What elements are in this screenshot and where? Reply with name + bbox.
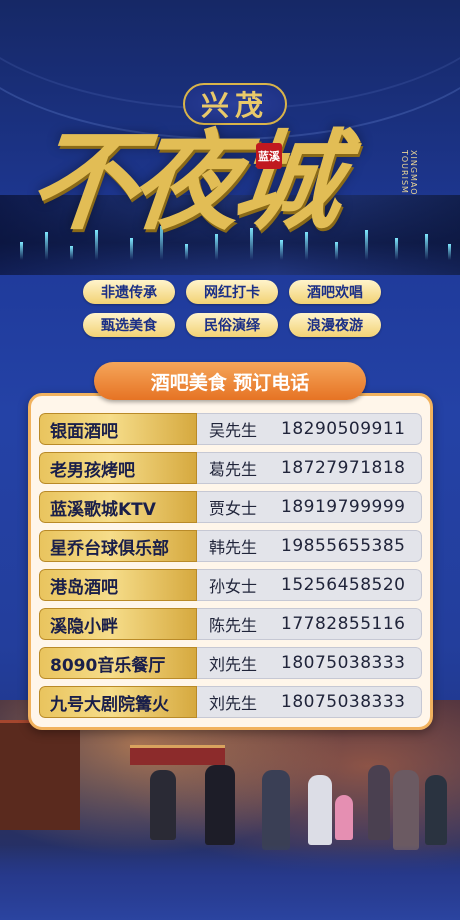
light-streak [425,234,428,260]
venue-name: 银面酒吧 [39,413,197,445]
pedestrian [205,765,235,845]
pedestrian [425,775,447,845]
feature-tag: 民俗演绎 [186,313,278,337]
feature-tag: 网红打卡 [186,280,278,304]
feature-tag: 甄选美食 [83,313,175,337]
phone-number[interactable]: 17782855116 [281,614,405,634]
venue-name: 溪隐小畔 [39,608,197,640]
feature-tag: 非遗传承 [83,280,175,304]
contact-cell: 陈先生 17782855116 [197,608,422,640]
vertical-brand-text: XINGMAO TOURISM [390,150,418,230]
booking-card: 银面酒吧 吴先生 18290509911 老男孩烤吧 葛先生 187279718… [28,393,433,730]
contact-cell: 贾女士 18919799999 [197,491,422,523]
contact-name: 葛先生 [209,460,258,479]
red-seal: 蓝溪 [256,143,282,169]
phone-number[interactable]: 18919799999 [281,497,405,517]
pedestrian [308,775,332,845]
contact-cell: 刘先生 18075038333 [197,686,422,718]
venue-row: 溪隐小畔 陈先生 17782855116 [39,608,422,640]
contact-name: 刘先生 [209,655,258,674]
contact-cell: 吴先生 18290509911 [197,413,422,445]
phone-number[interactable]: 18075038333 [281,692,405,712]
contact-cell: 韩先生 19855655385 [197,530,422,562]
shop-front [0,720,80,830]
contact-name: 韩先生 [209,538,258,557]
contact-name: 孙女士 [209,577,258,596]
venue-row: 8090音乐餐厅 刘先生 18075038333 [39,647,422,679]
venue-row: 九号大剧院篝火 刘先生 18075038333 [39,686,422,718]
rickshaw-canopy [130,745,225,765]
venue-name: 港岛酒吧 [39,569,197,601]
pedestrian [262,770,290,850]
light-streak [448,244,451,260]
pedestrian [335,795,353,840]
venue-name: 九号大剧院篝火 [39,686,197,718]
contact-cell: 刘先生 18075038333 [197,647,422,679]
main-title: 不夜城 [23,119,343,245]
contact-cell: 葛先生 18727971818 [197,452,422,484]
feature-tag: 浪漫夜游 [289,313,381,337]
contact-name: 吴先生 [209,421,258,440]
venue-row: 蓝溪歌城KTV 贾女士 18919799999 [39,491,422,523]
booking-ribbon: 酒吧美食 预订电话 [94,362,366,400]
venue-row: 星乔台球俱乐部 韩先生 19855655385 [39,530,422,562]
pedestrian [150,770,176,840]
venue-row: 老男孩烤吧 葛先生 18727971818 [39,452,422,484]
contact-cell: 孙女士 15256458520 [197,569,422,601]
venue-row: 港岛酒吧 孙女士 15256458520 [39,569,422,601]
phone-number[interactable]: 19855655385 [281,536,405,556]
feature-tag: 酒吧欢唱 [289,280,381,304]
venue-row: 银面酒吧 吴先生 18290509911 [39,413,422,445]
venue-name: 老男孩烤吧 [39,452,197,484]
venue-name: 星乔台球俱乐部 [39,530,197,562]
phone-number[interactable]: 18075038333 [281,653,405,673]
venue-name: 蓝溪歌城KTV [39,491,197,523]
contact-name: 陈先生 [209,616,258,635]
phone-number[interactable]: 18290509911 [281,419,405,439]
pedestrian [368,765,390,840]
venue-name: 8090音乐餐厅 [39,647,197,679]
poster: 兴茂 不夜城 蓝溪 XINGMAO TOURISM 非遗传承 网红打卡 酒吧欢唱… [0,0,460,920]
pedestrian [393,770,419,850]
phone-number[interactable]: 18727971818 [281,458,405,478]
vertical-brand-label: XINGMAO TOURISM [400,150,418,196]
phone-number[interactable]: 15256458520 [281,575,405,595]
contact-name: 贾女士 [209,499,258,518]
bottom-blur [0,845,460,920]
contact-name: 刘先生 [209,694,258,713]
